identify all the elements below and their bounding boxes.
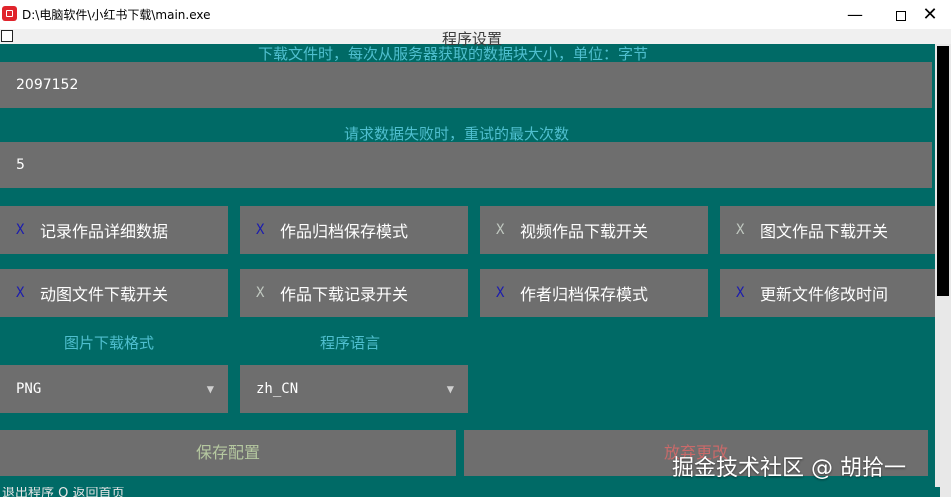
chunk-size-label: 下载文件时，每次从服务器获取的数据块大小，单位：字节 (258, 45, 649, 63)
scrollbar-thumb[interactable] (937, 46, 949, 296)
toggle-video-download[interactable]: X 视频作品下载开关 (480, 206, 708, 254)
toggle-mark: X (16, 222, 25, 238)
toggle-mark: X (16, 285, 25, 301)
maximize-icon (896, 10, 906, 21)
toggle-gif-download[interactable]: X 动图文件下载开关 (0, 269, 228, 317)
caret-down-icon: ▼ (206, 382, 214, 396)
chunk-size-input[interactable]: 2097152 (0, 62, 932, 108)
toggle-label: 视频作品下载开关 (520, 222, 649, 241)
save-config-button[interactable]: 保存配置 (0, 430, 456, 476)
retry-input[interactable]: 5 (0, 142, 932, 188)
language-select[interactable]: zh_CN ▼ (240, 365, 468, 413)
language-value: zh_CN (256, 381, 299, 397)
scrollbar[interactable] (935, 44, 951, 497)
watermark: 掘金技术社区 @ 胡拾一 (672, 456, 906, 481)
toggle-label: 更新文件修改时间 (760, 285, 889, 304)
toggle-label: 记录作品详细数据 (40, 222, 169, 241)
retry-value: 5 (16, 157, 25, 173)
toggle-mark: X (256, 285, 265, 301)
window-title: D:\电脑软件\小红书下载\main.exe (22, 8, 211, 22)
window-titlebar: D:\电脑软件\小红书下载\main.exe — ✕ (0, 0, 951, 29)
retry-label: 请求数据失败时，重试的最大次数 (344, 125, 570, 143)
toggle-author-archive[interactable]: X 作者归档保存模式 (480, 269, 708, 317)
toggle-image-download[interactable]: X 图文作品下载开关 (720, 206, 948, 254)
toggle-label: 动图文件下载开关 (40, 285, 169, 304)
chunk-size-value: 2097152 (16, 77, 79, 93)
toggle-label: 作品归档保存模式 (280, 222, 409, 241)
toggle-mark: X (496, 285, 505, 301)
toggle-mark: X (256, 222, 265, 238)
toggle-works-archive[interactable]: X 作品归档保存模式 (240, 206, 468, 254)
toggle-update-mtime[interactable]: X 更新文件修改时间 (720, 269, 948, 317)
toggle-mark: X (736, 285, 745, 301)
toggle-download-record[interactable]: X 作品下载记录开关 (240, 269, 468, 317)
image-format-select[interactable]: PNG ▼ (0, 365, 228, 413)
caret-down-icon: ▼ (446, 382, 454, 396)
close-button[interactable]: ✕ (907, 0, 951, 29)
toggle-label: 作品下载记录开关 (280, 285, 409, 304)
footer-bar: 退出程序 Q 返回首页 (0, 487, 940, 497)
toggle-label: 作者归档保存模式 (520, 285, 649, 304)
minimize-button[interactable]: — (832, 0, 878, 29)
toggle-record-details[interactable]: X 记录作品详细数据 (0, 206, 228, 254)
image-format-value: PNG (16, 381, 42, 397)
toggle-mark: X (736, 222, 745, 238)
footer-text: 退出程序 Q 返回首页 (2, 487, 125, 497)
app-icon (2, 6, 17, 21)
toggle-label: 图文作品下载开关 (760, 222, 889, 241)
image-format-label: 图片下载格式 (64, 334, 155, 352)
toggle-mark: X (496, 222, 505, 238)
language-label: 程序语言 (320, 334, 381, 352)
